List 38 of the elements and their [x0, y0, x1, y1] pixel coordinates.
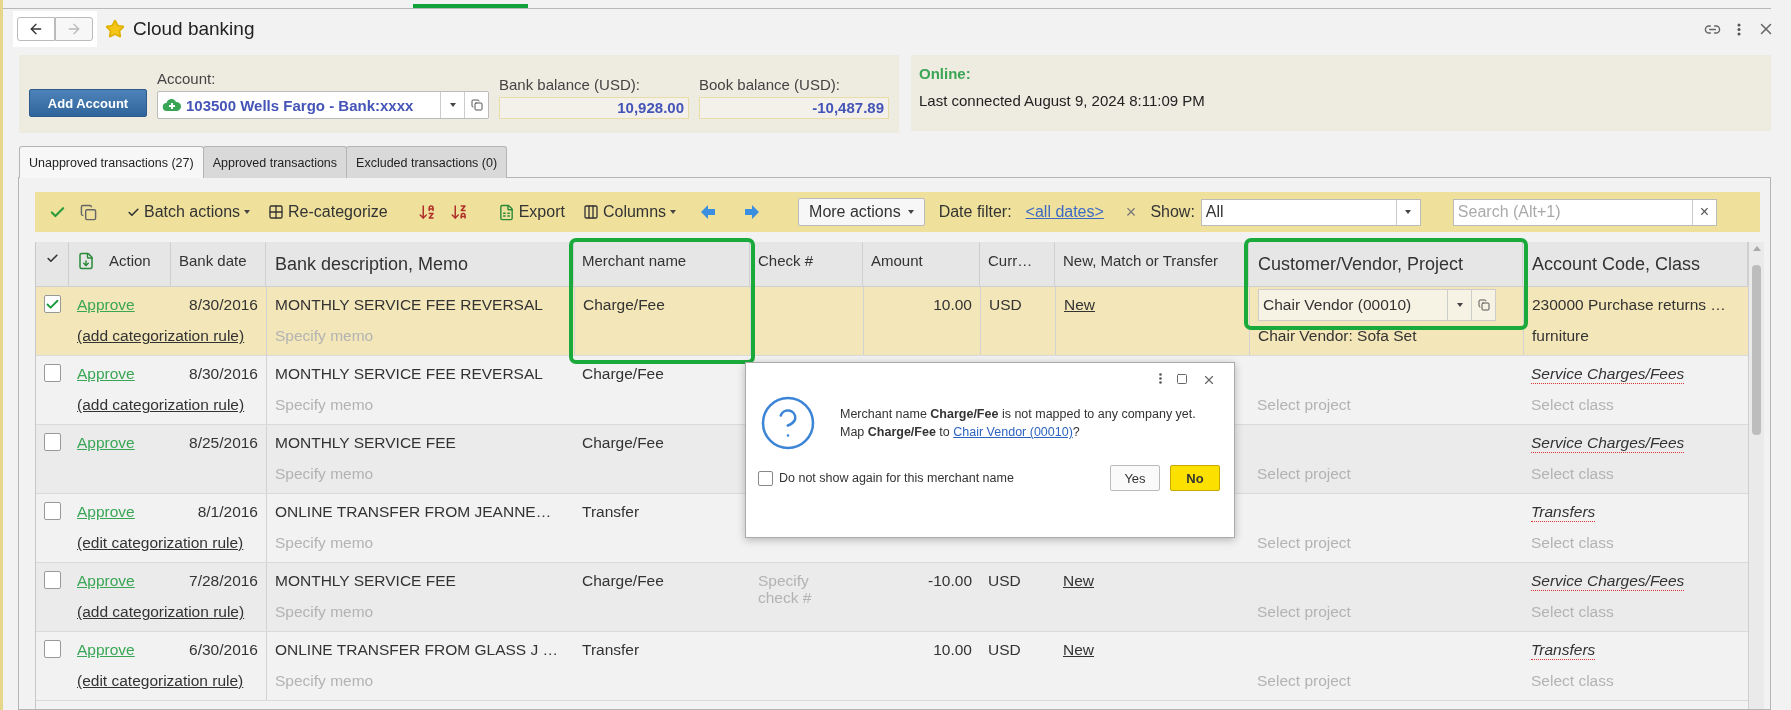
amount: 10.00: [933, 641, 972, 659]
bank-description: MONTHLY SERVICE FEE: [275, 434, 456, 452]
merchant-name: Charge/Fee: [582, 572, 664, 590]
book-balance: -10,487.89: [699, 97, 889, 119]
last-connected: Last connected August 9, 2024 8:11:09 PM: [919, 92, 1206, 109]
connection-status: Online:: [919, 65, 972, 82]
merchant-name: Transfer: [582, 503, 640, 521]
project: Chair Vendor: Sofa Set: [1258, 327, 1417, 345]
book-balance-label: Book balance (USD):: [699, 76, 841, 93]
bank-date: 8/25/2016: [189, 434, 258, 452]
merchant-name: Charge/Fee: [582, 365, 664, 383]
currency: USD: [989, 296, 1022, 314]
amount: -10.00: [928, 572, 972, 590]
bank-date: 8/30/2016: [189, 296, 258, 314]
dialog-message: Merchant name Charge/Fee is not mapped to any company yet. Map Charge/Fee to Chair Vendor (00010)?: [840, 405, 1196, 441]
bank-date: 8/30/2016: [189, 365, 258, 383]
merchant-name: Transfer: [582, 641, 640, 659]
bank-description: ONLINE TRANSFER FROM GLASS J …: [275, 641, 559, 659]
currency: USD: [988, 572, 1021, 590]
merchant-name: Charge/Fee: [583, 296, 665, 314]
bank-balance-label: Bank balance (USD):: [499, 76, 641, 93]
currency: USD: [988, 641, 1021, 659]
bank-description: MONTHLY SERVICE FEE REVERSAL: [275, 365, 543, 383]
bank-balance: 10,928.00: [499, 97, 689, 119]
column-label: Action: [109, 252, 151, 269]
merchant-name: Charge/Fee: [582, 434, 664, 452]
bank-description: ONLINE TRANSFER FROM JEANNE…: [275, 503, 552, 521]
bank-date: 8/1/2016: [197, 503, 258, 521]
date-filter-label: Date filter:: [938, 203, 1012, 221]
show-label: Show:: [1150, 203, 1195, 221]
bank-date: 6/30/2016: [189, 641, 258, 659]
bank-description: MONTHLY SERVICE FEE: [275, 572, 456, 590]
account-label: Account:: [157, 70, 217, 87]
class: furniture: [1532, 327, 1589, 345]
bank-description: MONTHLY SERVICE FEE REVERSAL: [275, 296, 543, 314]
window-title: Cloud banking: [133, 18, 255, 40]
bank-date: 7/28/2016: [189, 572, 258, 590]
amount: 10.00: [933, 296, 972, 314]
